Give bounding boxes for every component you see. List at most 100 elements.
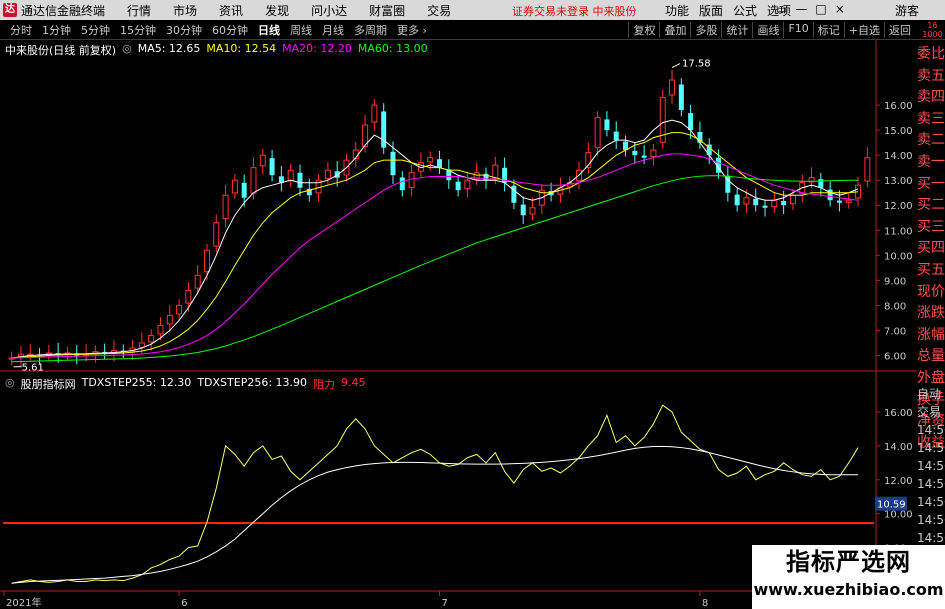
period-more[interactable]: 更多 ›	[397, 22, 427, 38]
title-bar: 达 通达信金融终端 行情 市场 资讯 发现 问小达 财富圈 交易 证券交易未登录…	[0, 0, 945, 20]
login-notice[interactable]: 证券交易未登录 中来股份	[512, 3, 637, 19]
candle-body	[259, 154, 266, 167]
candle-body	[427, 157, 434, 163]
menu-layout[interactable]: 版面	[699, 2, 723, 19]
ma-settings-icon[interactable]: ◎	[122, 42, 132, 58]
period-60min[interactable]: 60分钟	[212, 22, 248, 38]
candle-body	[743, 197, 750, 205]
ma5-label: MA5: 12.65	[137, 42, 201, 55]
restore-icon[interactable]: ▭	[776, 2, 787, 16]
back-button[interactable]: 返回	[884, 22, 915, 38]
window-controls: ▭ — □ ×	[776, 2, 845, 16]
resist-label: 阻力	[313, 378, 336, 391]
candle-body	[464, 179, 471, 190]
adjust-button[interactable]: 复权	[628, 22, 659, 38]
candle-body	[381, 111, 387, 148]
quote-field-2: 卖四	[917, 89, 945, 106]
chart-canvas[interactable]: 17.58 5.61 16.00 15.00 14.00 13.00 12.00 11.00 1…	[0, 40, 917, 609]
candle-body	[213, 222, 220, 247]
indicator-settings-icon[interactable]: ◎	[5, 376, 15, 392]
y-tick-label: 13.00	[884, 176, 913, 187]
candle-body	[297, 172, 303, 188]
candle-body	[203, 249, 210, 273]
candle-body	[827, 189, 833, 201]
y-tick-label: 12.00	[884, 201, 913, 212]
quote-field-11: 现价	[917, 283, 945, 300]
period-30min[interactable]: 30分钟	[166, 22, 202, 38]
candle-body	[334, 171, 340, 178]
x-tick-label: 6	[181, 598, 187, 609]
quote-field-12: 涨跌	[917, 305, 945, 322]
y-tick-label: 10.00	[884, 251, 913, 262]
period-multi[interactable]: 多周期	[354, 22, 387, 38]
candle-body	[157, 324, 164, 335]
candle-body	[734, 194, 740, 206]
candle-body	[529, 207, 536, 215]
candle-body	[688, 113, 694, 131]
y-tick-label: 6.00	[884, 351, 906, 362]
candle-body	[781, 200, 787, 206]
ma20-line	[11, 153, 859, 359]
period-5min[interactable]: 5分钟	[81, 22, 110, 38]
ma10-label: MA10: 12.54	[206, 42, 277, 55]
menu-ask[interactable]: 问小达	[311, 2, 347, 19]
menu-trade[interactable]: 交易	[427, 2, 451, 19]
candle-body	[520, 204, 526, 216]
close-icon[interactable]: ×	[835, 2, 845, 16]
auto-trade-label-1: 交易	[917, 405, 942, 419]
y-tick-label: 9.00	[884, 276, 906, 287]
candle-body	[176, 304, 183, 315]
trade-time-3: 14:56	[917, 441, 945, 455]
watermark: 指标严选网 www.xuezhibiao.com	[752, 545, 945, 609]
candle-body	[222, 194, 229, 220]
menu-discover[interactable]: 发现	[265, 2, 289, 19]
period-daily[interactable]: 日线	[258, 22, 280, 38]
candle-body	[399, 177, 405, 191]
indicator-y-tick-label: 10.00	[884, 510, 913, 521]
x-tick-label: 8	[702, 598, 708, 609]
indicator-y-tick-label: 12.00	[884, 476, 913, 487]
period-15min[interactable]: 15分钟	[120, 22, 156, 38]
candle-body	[371, 104, 378, 123]
period-monthly[interactable]: 月线	[322, 22, 344, 38]
step256-label: TDXSTEP256: 13.90	[197, 376, 308, 389]
draw-line-button[interactable]: 画线	[752, 22, 783, 38]
stats-button[interactable]: 统计	[721, 22, 752, 38]
multi-stock-button[interactable]: 多股	[690, 22, 721, 38]
candle-body	[650, 149, 657, 158]
step255-label: TDXSTEP255: 12.30	[81, 376, 192, 389]
watermark-title: 指标严选网	[786, 548, 911, 576]
period-intraday[interactable]: 分时	[10, 22, 32, 38]
menu-wealth[interactable]: 财富圈	[369, 2, 405, 19]
minimize-icon[interactable]: —	[795, 2, 807, 16]
mark-button[interactable]: 标记	[812, 22, 844, 38]
add-watchlist-button[interactable]: +自选	[843, 22, 884, 38]
guest-label[interactable]: 游客	[895, 2, 919, 19]
candle-body	[753, 198, 759, 206]
menu-market[interactable]: 市场	[173, 2, 197, 19]
overlay-button[interactable]: 叠加	[659, 22, 690, 38]
main-pane-header: 中来股份(日线 前复权) ◎ MA5: 12.65 MA10: 12.54 MA…	[5, 42, 428, 58]
period-toolbar: 分时 1分钟 5分钟 15分钟 30分钟 60分钟 日线 周线 月线 多周期 更…	[0, 20, 945, 40]
auto-trade-label-0: 自动	[917, 387, 942, 401]
menu-quotes[interactable]: 行情	[127, 2, 151, 19]
indicator-pane-header: ◎ 股朋指标网 TDXSTEP255: 12.30 TDXSTEP256: 13…	[5, 376, 366, 392]
f10-button[interactable]: F10	[783, 22, 812, 38]
ma60-line	[11, 175, 859, 363]
x-tick-label: 7	[442, 598, 448, 609]
menu-formula[interactable]: 公式	[733, 2, 757, 19]
quote-field-5: 卖一	[917, 153, 945, 170]
period-weekly[interactable]: 周线	[290, 22, 312, 38]
toolbar-right: 复权 叠加 多股 统计 画线 F10 标记 +自选 返回	[628, 22, 915, 38]
high-marker	[671, 63, 681, 68]
menu-function[interactable]: 功能	[665, 2, 689, 19]
period-1min[interactable]: 1分钟	[42, 22, 71, 38]
candle-body	[148, 334, 155, 343]
candle-body	[287, 169, 294, 182]
menu-news[interactable]: 资讯	[219, 2, 243, 19]
ma5-line	[11, 119, 859, 359]
maximize-icon[interactable]: □	[815, 2, 826, 16]
y-tick-label: 14.00	[884, 151, 913, 162]
stock-title: 中来股份(日线 前复权)	[5, 44, 117, 57]
candle-body	[789, 194, 796, 205]
